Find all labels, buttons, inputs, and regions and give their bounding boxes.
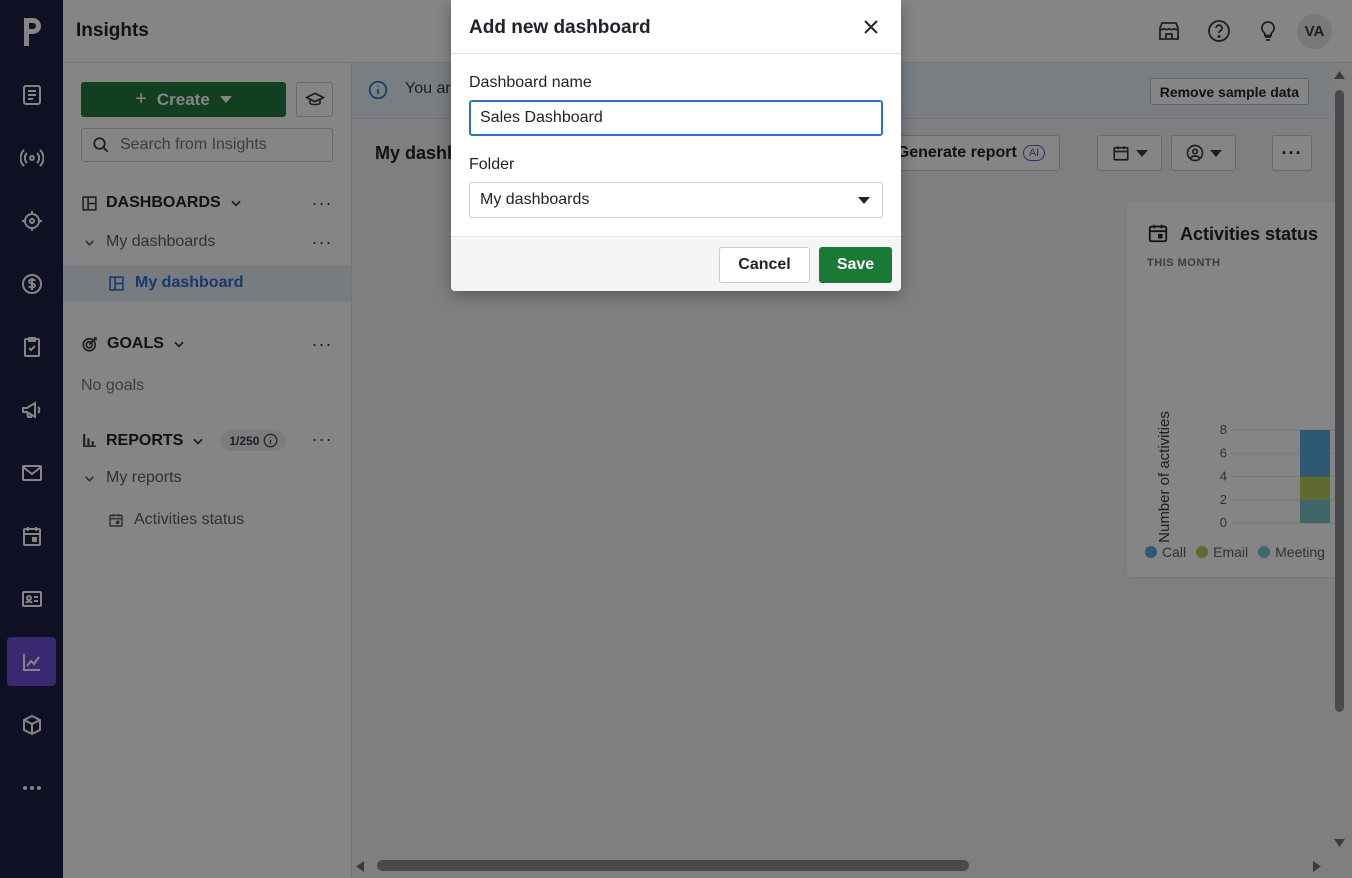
modal-header: Add new dashboard <box>451 0 901 54</box>
add-dashboard-modal: Add new dashboard Dashboard name Folder … <box>451 0 901 291</box>
modal-footer: Cancel Save <box>451 236 901 291</box>
folder-select[interactable]: My dashboards <box>469 182 883 218</box>
close-icon[interactable] <box>860 16 882 38</box>
folder-select-value: My dashboards <box>480 191 590 208</box>
dashboard-name-label: Dashboard name <box>469 74 592 91</box>
cancel-button[interactable]: Cancel <box>719 247 810 283</box>
caret-down-icon <box>858 197 870 204</box>
save-button[interactable]: Save <box>819 247 892 283</box>
dashboard-name-input[interactable] <box>469 100 883 136</box>
modal-title: Add new dashboard <box>469 17 651 38</box>
folder-label: Folder <box>469 156 515 173</box>
